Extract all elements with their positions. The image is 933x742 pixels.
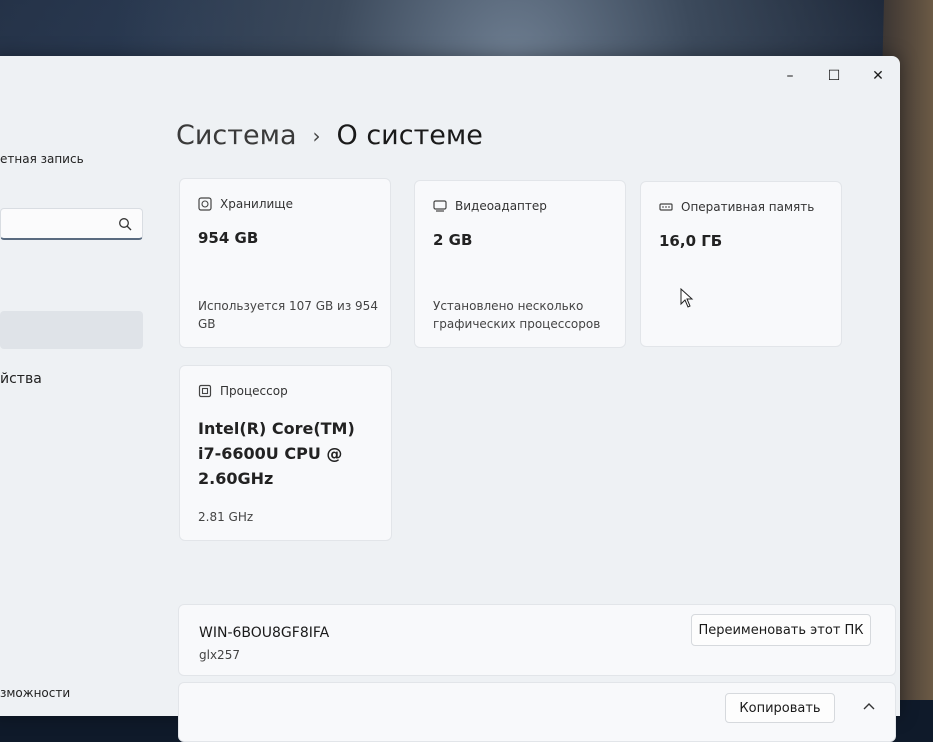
processor-name-line1: Intel(R) Core(TM) xyxy=(198,419,355,438)
processor-label: Процессор xyxy=(220,384,288,398)
gpu-note: Установлено несколько графических процес… xyxy=(433,297,600,333)
device-model: glx257 xyxy=(199,648,240,662)
ram-label: Оперативная память xyxy=(681,200,815,214)
close-button[interactable]: ✕ xyxy=(856,56,900,96)
device-name-card: WIN-6BOU8GF8IFA glx257 Переименовать это… xyxy=(178,604,896,676)
storage-usage-line2: GB xyxy=(198,317,216,331)
sidebar-item-devices[interactable]: йства xyxy=(0,371,42,387)
page-title: О системе xyxy=(336,120,483,151)
storage-icon xyxy=(198,197,212,211)
ram-card[interactable]: Оперативная память 16,0 ГБ xyxy=(640,181,842,347)
gpu-note-line2: графических процессоров xyxy=(433,317,601,331)
processor-card[interactable]: Процессор Intel(R) Core(TM) i7-6600U CPU… xyxy=(179,365,392,541)
gpu-value: 2 GB xyxy=(433,231,473,249)
processor-speed: 2.81 GHz xyxy=(198,510,254,524)
ram-value: 16,0 ГБ xyxy=(659,232,723,250)
minimize-button[interactable]: – xyxy=(768,56,812,96)
memory-icon xyxy=(659,203,673,211)
display-adapter-icon xyxy=(433,200,447,212)
mouse-cursor-icon xyxy=(680,287,694,312)
settings-window: – ☐ ✕ етная запись йства зможности Систе… xyxy=(0,56,900,742)
processor-name: Intel(R) Core(TM) i7-6600U CPU @ 2.60GHz xyxy=(198,416,378,491)
breadcrumb-parent[interactable]: Система xyxy=(176,120,297,151)
gpu-label: Видеоадаптер xyxy=(455,199,547,213)
storage-label: Хранилище xyxy=(220,197,293,211)
chevron-up-icon[interactable] xyxy=(863,695,875,714)
storage-usage-line1: Используется 107 GB из 954 xyxy=(198,299,378,313)
gpu-note-line1: Установлено несколько xyxy=(433,299,584,313)
processor-name-line3: 2.60GHz xyxy=(198,469,274,488)
gpu-card[interactable]: Видеоадаптер 2 GB Установлено несколько … xyxy=(414,180,626,348)
account-label[interactable]: етная запись xyxy=(0,152,84,166)
sidebar: етная запись йства зможности xyxy=(0,56,152,716)
breadcrumb: Система › О системе xyxy=(176,120,483,151)
processor-icon xyxy=(198,384,212,398)
storage-value: 954 GB xyxy=(198,229,259,247)
search-icon xyxy=(118,216,132,235)
copy-button[interactable]: Копировать xyxy=(725,693,835,723)
sidebar-item-system-selected[interactable] xyxy=(0,311,143,349)
window-caption-controls: – ☐ ✕ xyxy=(768,56,900,96)
chevron-right-icon: › xyxy=(312,123,321,148)
search-input[interactable] xyxy=(0,208,143,240)
maximize-button[interactable]: ☐ xyxy=(812,56,856,96)
sidebar-item-accessibility[interactable]: зможности xyxy=(0,686,70,700)
storage-card[interactable]: Хранилище 954 GB Используется 107 GB из … xyxy=(179,178,391,348)
processor-name-line2: i7-6600U CPU @ xyxy=(198,444,343,463)
device-name: WIN-6BOU8GF8IFA xyxy=(199,625,330,641)
storage-usage: Используется 107 GB из 954 GB xyxy=(198,297,378,333)
device-specs-card: Копировать xyxy=(178,682,896,742)
rename-pc-button[interactable]: Переименовать этот ПК xyxy=(691,614,871,646)
